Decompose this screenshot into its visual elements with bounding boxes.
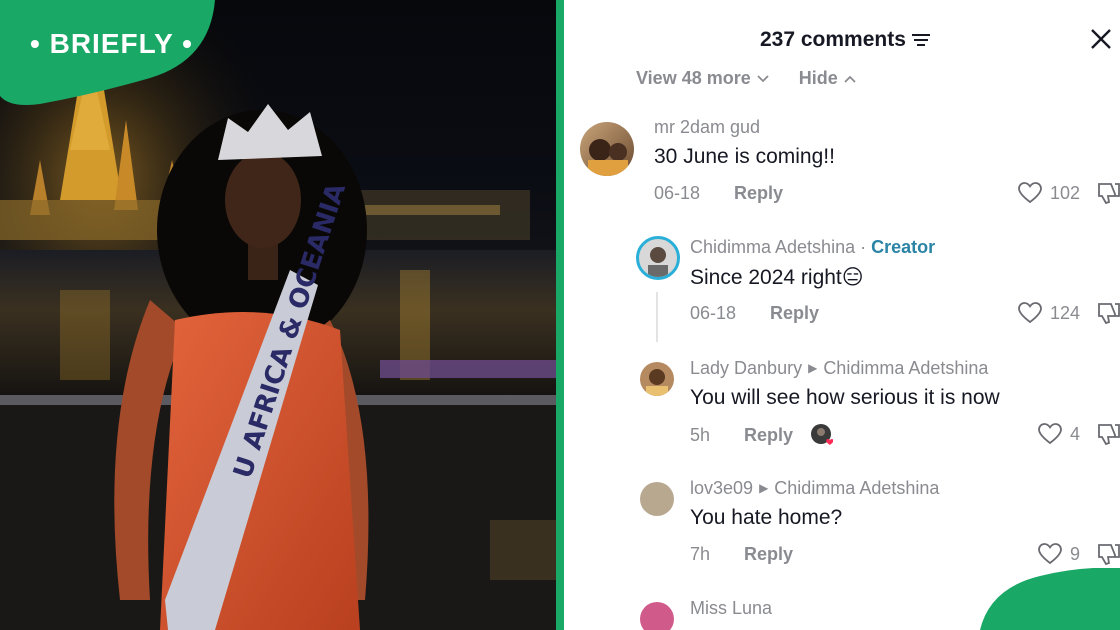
- comments-count-title: 237 comments: [760, 28, 906, 51]
- like-button[interactable]: 4: [1038, 423, 1080, 445]
- reply-to-username[interactable]: Chidimma Adetshina: [823, 358, 988, 378]
- like-count: 9: [1069, 543, 1080, 564]
- hide-label: Hide: [798, 68, 838, 88]
- comment-username-line: lov3e09 ▶ Chidimma Adetshina: [690, 478, 939, 499]
- like-button[interactable]: 124: [1018, 302, 1080, 324]
- avatar[interactable]: [580, 122, 634, 176]
- heart-icon: [1038, 543, 1062, 565]
- comments-header: 237 comments: [760, 28, 930, 52]
- comment-time: 5h: [690, 424, 711, 445]
- reply-button[interactable]: Reply: [744, 425, 793, 446]
- comment-time: 7h: [690, 544, 711, 564]
- comment-time: 06-18: [690, 303, 737, 323]
- comment-username[interactable]: Lady Danbury: [690, 358, 802, 378]
- dislike-icon[interactable]: [1096, 422, 1120, 446]
- comment-username-line: Chidimma Adetshina · Creator: [690, 237, 935, 258]
- comment-text: You hate home?: [690, 506, 843, 529]
- like-button[interactable]: 102: [1018, 182, 1080, 204]
- brand-dot-left: •: [30, 28, 50, 59]
- avatar[interactable]: [640, 602, 674, 630]
- comment-meta: 06-18 Reply: [654, 183, 783, 204]
- creator-liked-icon: [811, 424, 834, 446]
- avatar[interactable]: [640, 482, 674, 516]
- comment-username-line: Lady Danbury ▶ Chidimma Adetshina: [690, 358, 988, 379]
- comment-meta: 06-18 Reply: [690, 303, 819, 324]
- brand-corner-shape: [980, 568, 1120, 630]
- avatar-image: [648, 247, 668, 277]
- comment-text: Since 2024 right😑: [690, 266, 864, 289]
- like-count: 124: [1049, 302, 1080, 323]
- brand-dot-right: •: [173, 28, 193, 59]
- chevron-up-icon: [844, 75, 856, 83]
- comment-username[interactable]: Chidimma Adetshina: [690, 237, 855, 257]
- heart-icon: [1018, 302, 1042, 324]
- avatar-image: [646, 369, 668, 396]
- avatar[interactable]: [636, 236, 680, 280]
- view-more-button[interactable]: View 48 more: [636, 68, 769, 89]
- comments-panel: 237 comments View 48 more Hide mr 2dam g…: [564, 0, 1120, 630]
- close-icon[interactable]: [1088, 26, 1114, 52]
- view-more-label: View 48 more: [636, 68, 751, 88]
- reply-arrow-icon: ▶: [759, 481, 769, 495]
- heart-icon: [1018, 182, 1042, 204]
- avatar[interactable]: [640, 362, 674, 396]
- comment-meta: 7h Reply: [690, 544, 793, 565]
- reply-button[interactable]: Reply: [744, 544, 793, 565]
- panel-divider: [556, 0, 564, 630]
- thread-line: [656, 292, 658, 342]
- avatar-image: [588, 139, 628, 176]
- reply-to-username[interactable]: Chidimma Adetshina: [774, 478, 939, 498]
- comment-username[interactable]: mr 2dam gud: [654, 117, 760, 138]
- comment-meta: 5h Reply: [690, 424, 834, 446]
- dislike-icon[interactable]: [1096, 301, 1120, 325]
- reply-button[interactable]: Reply: [770, 303, 819, 324]
- like-count: 4: [1069, 423, 1080, 444]
- filter-icon[interactable]: [911, 33, 930, 47]
- reply-arrow-icon: ▶: [808, 361, 818, 375]
- brand-logo[interactable]: • BRIEFLY •: [30, 28, 193, 60]
- dislike-icon[interactable]: [1096, 542, 1120, 566]
- comment-time: 06-18: [654, 183, 701, 203]
- article-photo: U AFRICA & OCEANIA • BRIEFLY •: [0, 0, 556, 630]
- comment-text: 30 June is coming!!: [654, 145, 835, 168]
- creator-badge: Creator: [871, 237, 936, 257]
- reply-button[interactable]: Reply: [734, 183, 783, 204]
- separator-dot: ·: [860, 237, 867, 257]
- like-button[interactable]: 9: [1038, 543, 1080, 565]
- dislike-icon[interactable]: [1096, 181, 1120, 205]
- hide-button[interactable]: Hide: [799, 68, 856, 89]
- comment-text: You will see how serious it is now: [690, 386, 1000, 409]
- like-count: 102: [1049, 182, 1080, 203]
- heart-icon: [1038, 423, 1062, 445]
- brand-name: BRIEFLY: [49, 28, 174, 59]
- thread-controls: View 48 more Hide: [636, 68, 856, 89]
- comment-username[interactable]: lov3e09: [690, 478, 753, 498]
- comment-username[interactable]: Miss Luna: [690, 598, 772, 619]
- chevron-down-icon: [757, 74, 769, 82]
